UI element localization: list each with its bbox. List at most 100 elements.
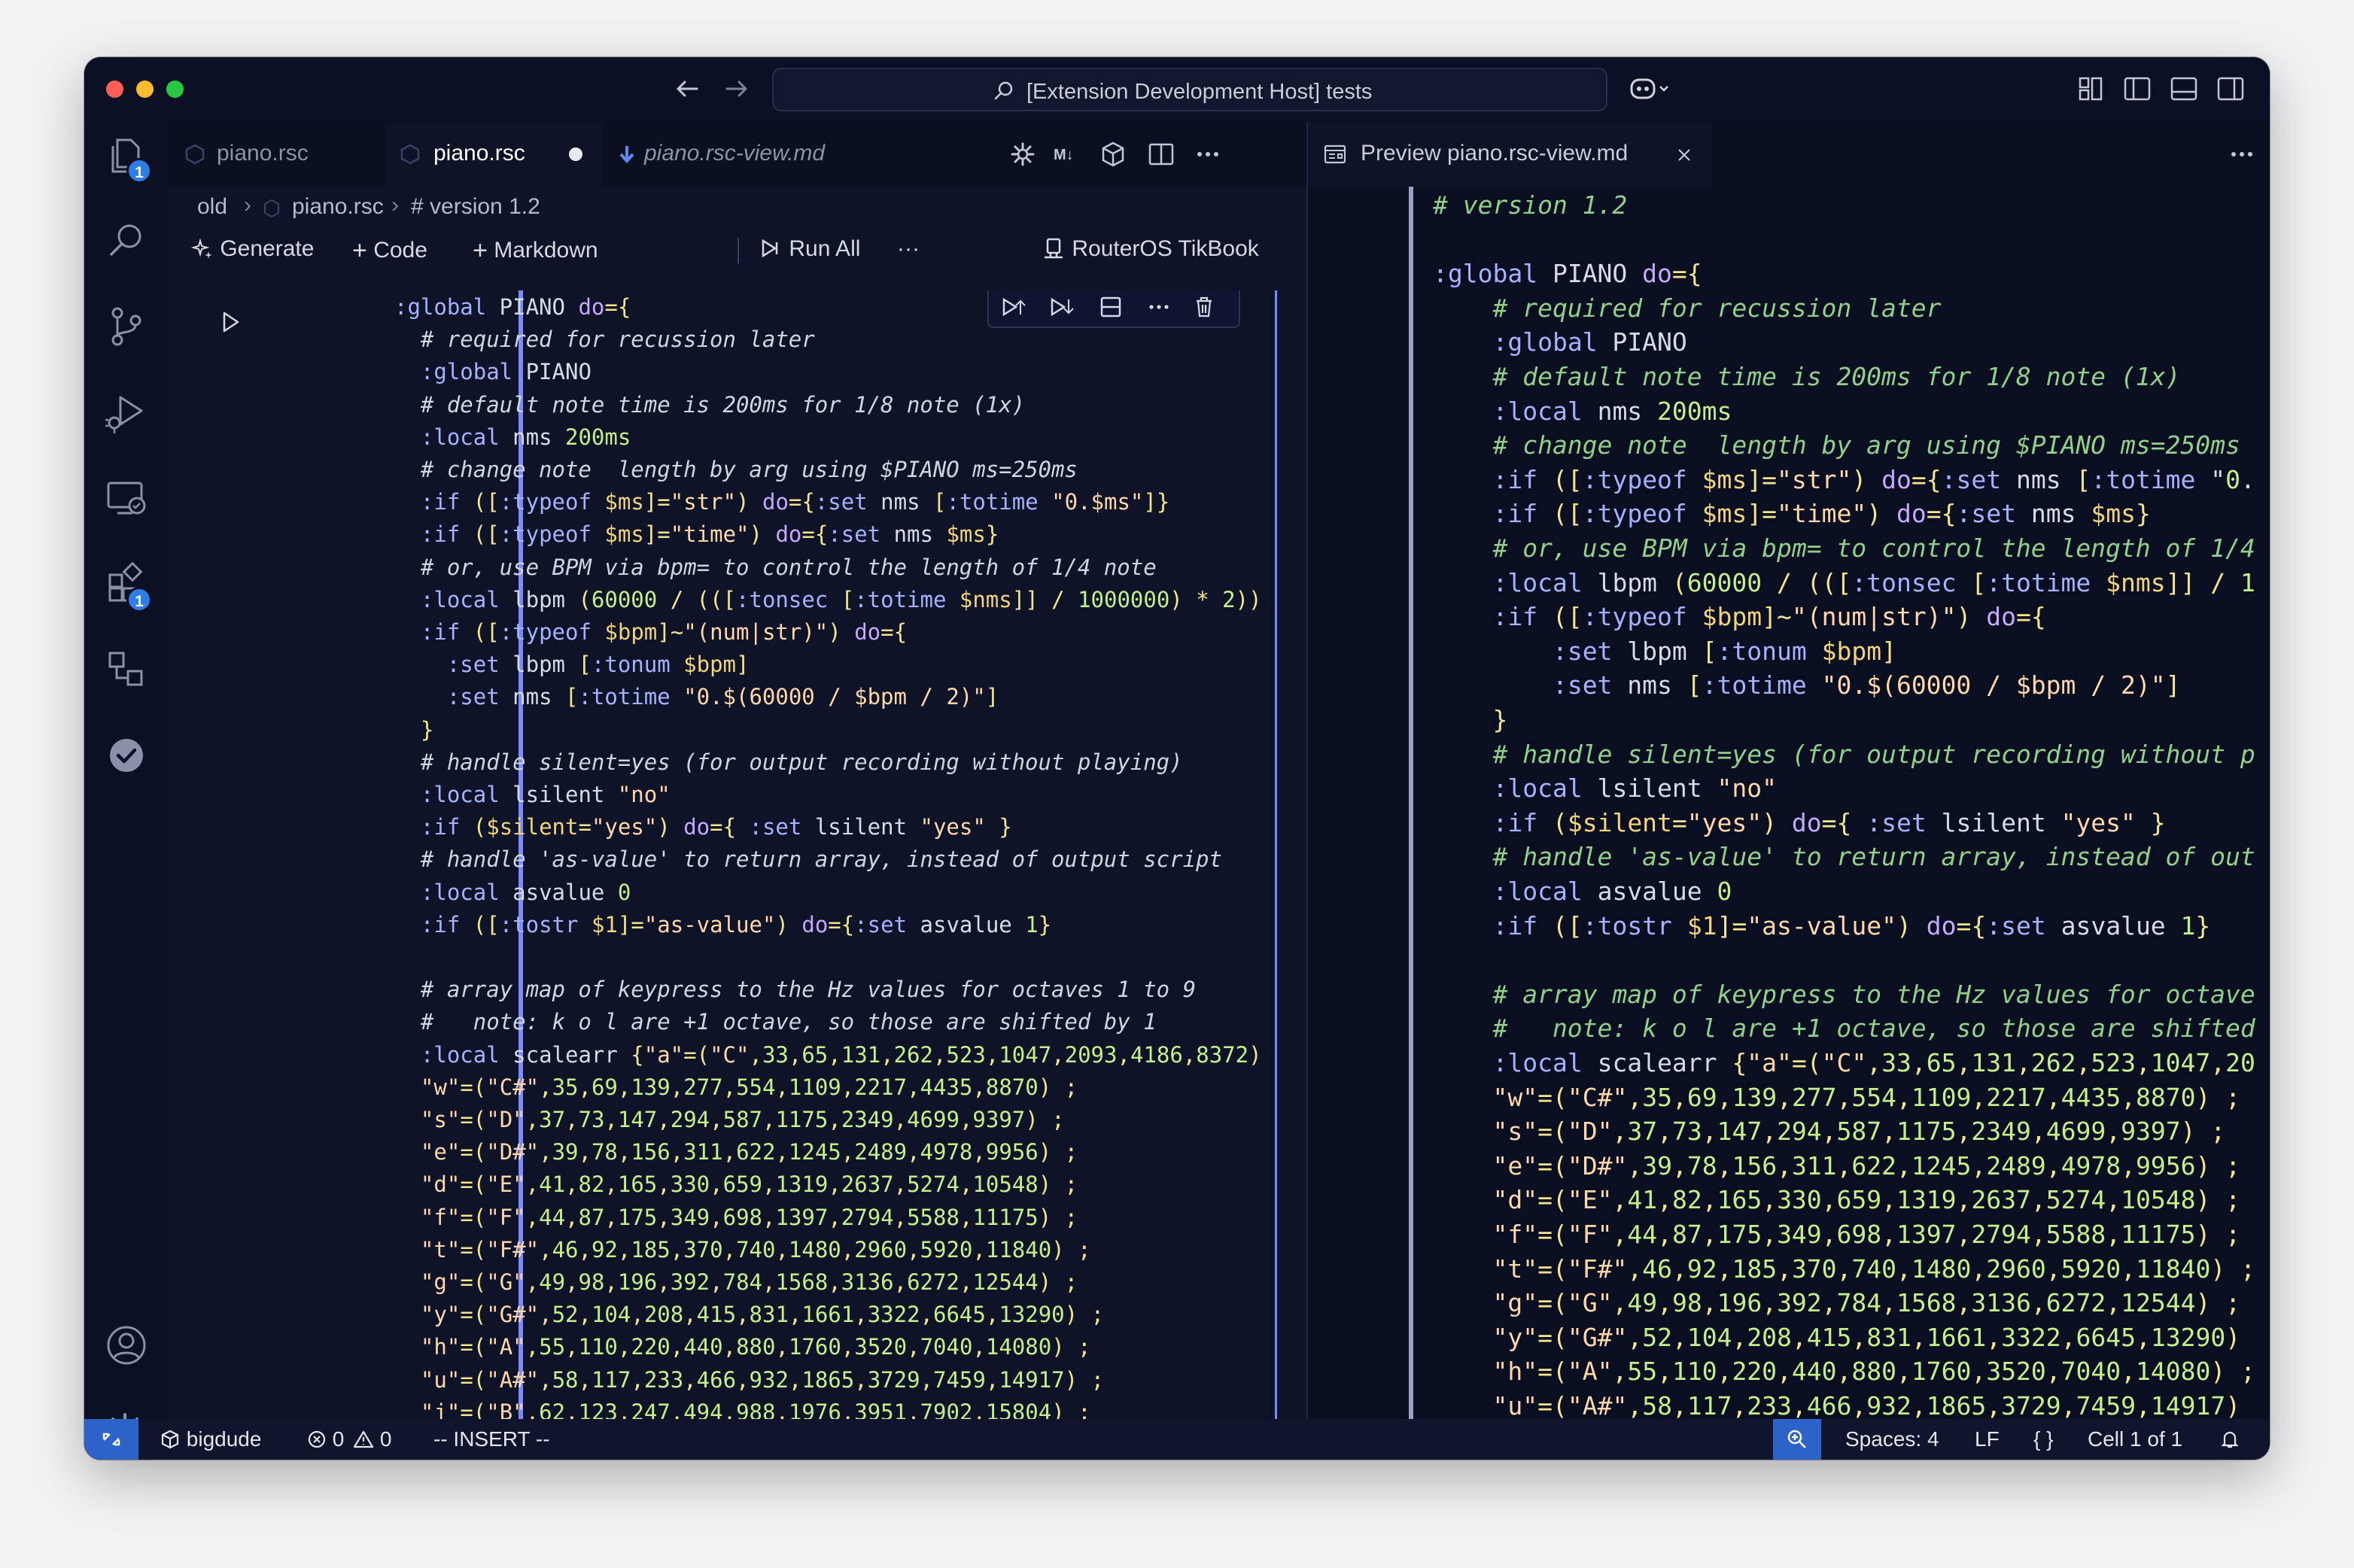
code-line[interactable]: :global PIANO do={ (394, 290, 631, 324)
code-line[interactable]: "g"=("G",49,98,196,392,784,1568,3136,627… (394, 1266, 1078, 1299)
code-line[interactable]: :if ([:typeof $ms]="str") do={:set nms [… (394, 485, 1169, 518)
code-line[interactable]: "j"=("B",62,123,247,494,988,1976,3951,79… (394, 1396, 1091, 1419)
code-line[interactable]: :local lsilent "no" (394, 778, 671, 811)
code-line[interactable]: :global PIANO (394, 355, 592, 388)
code-line[interactable]: # handle 'as-value' to return array, ins… (394, 843, 1222, 876)
generate-button[interactable]: Generate (190, 236, 314, 262)
run-cell-icon[interactable] (215, 307, 245, 337)
code-line[interactable]: # or, use BPM via bpm= to control the le… (394, 551, 1157, 584)
zoom-indicator[interactable] (1773, 1419, 1821, 1460)
language-mode-item[interactable]: { } (2033, 1427, 2053, 1451)
problems-item[interactable]: 0 0 (307, 1427, 392, 1451)
code-line[interactable]: "s"=("D",37,73,147,294,587,1175,2349,469… (394, 1103, 1065, 1136)
testing-icon[interactable] (101, 644, 152, 695)
indentation-item[interactable]: Spaces: 4 (1845, 1427, 1939, 1451)
code-line[interactable]: # handle silent=yes (for output recordin… (394, 746, 1183, 779)
tab-preview[interactable]: Preview piano.rsc-view.md (1308, 122, 1711, 187)
notifications-bell-icon[interactable] (2219, 1428, 2241, 1451)
remote-indicator[interactable] (84, 1419, 138, 1460)
code-cell[interactable]: :global PIANO do={ # required for recuss… (169, 290, 1306, 1419)
split-editor-icon[interactable] (1147, 140, 1175, 169)
code-line[interactable]: :local scalearr {"a"=("C",33,65,131,262,… (394, 1038, 1262, 1071)
code-lines[interactable]: :global PIANO do={ # required for recuss… (394, 290, 1275, 1419)
preview-line: # version 1.2 (1433, 190, 1628, 220)
code-line[interactable]: :if ([:typeof $ms]="time") do={:set nms … (394, 518, 999, 551)
add-markdown-cell-button[interactable]: + Markdown (473, 236, 598, 266)
remote-explorer-icon[interactable] (101, 473, 152, 524)
execute-above-icon[interactable] (999, 293, 1026, 321)
breadcrumb-symbol[interactable]: # version 1.2 (411, 194, 540, 220)
code-line[interactable]: # array map of keypress to the Hz values… (394, 973, 1196, 1006)
code-line[interactable]: :local nms 200ms (394, 421, 631, 454)
code-line[interactable]: :set lbpm [:tonum $bpm] (394, 648, 750, 681)
add-code-cell-button[interactable]: + Code (352, 236, 427, 266)
code-line[interactable]: :set nms [:totime "0.$(60000 / $bpm / 2)… (394, 680, 999, 713)
code-line[interactable]: } (394, 713, 433, 746)
tab-piano-rsc-active[interactable]: piano.rsc (385, 122, 602, 187)
execute-below-icon[interactable] (1048, 293, 1075, 321)
run-and-debug-icon[interactable] (101, 387, 152, 438)
unsaved-dot-icon[interactable] (569, 147, 582, 161)
customize-layout-icon[interactable] (2074, 72, 2107, 105)
code-line[interactable]: # required for recussion later (394, 323, 815, 356)
toggle-secondary-sidebar-icon[interactable] (2214, 72, 2247, 105)
eol-item[interactable]: LF (1975, 1427, 2000, 1451)
code-line[interactable]: :local lbpm (60000 / (([:tonsec [:totime… (394, 583, 1262, 616)
close-tab-icon[interactable] (1675, 146, 1693, 164)
preview-content[interactable]: # version 1.2:global PIANO do={ # requir… (1308, 187, 2270, 1419)
code-line[interactable]: :local asvalue 0 (394, 876, 631, 909)
minimize-window-button[interactable] (136, 81, 154, 98)
tasks-check-icon[interactable] (101, 730, 152, 781)
breadcrumb-folder[interactable]: old (197, 194, 227, 220)
source-control-icon[interactable] (101, 301, 152, 352)
forward-arrow-icon[interactable] (718, 71, 754, 107)
preview-line: "f"=("F",44,87,175,349,698,1397,2794,558… (1492, 1220, 2241, 1249)
tab-piano-rsc-view-md[interactable]: piano.rsc-view.md (602, 122, 873, 187)
close-window-button[interactable] (106, 81, 123, 98)
code-line[interactable]: "h"=("A",55,110,220,440,880,1760,3520,70… (394, 1330, 1091, 1363)
accounts-icon[interactable] (101, 1320, 152, 1371)
cell-more-icon[interactable] (1145, 293, 1172, 321)
code-line[interactable]: # default note time is 200ms for 1/8 not… (394, 388, 1025, 421)
run-all-button[interactable]: Run All (759, 236, 860, 262)
more-actions-icon[interactable] (1194, 140, 1222, 169)
back-arrow-icon[interactable] (670, 71, 706, 107)
preview-line: :set nms [:totime "0.$(60000 / $bpm / 2)… (1552, 670, 2181, 700)
profile-item[interactable]: bigdude (160, 1427, 261, 1451)
code-line[interactable]: "y"=("G#",52,104,208,415,831,1661,3322,6… (394, 1298, 1104, 1331)
code-line[interactable]: :if ($silent="yes") do={ :set lsilent "y… (394, 810, 1012, 843)
code-line[interactable]: "f"=("F",44,87,175,349,698,1397,2794,558… (394, 1201, 1078, 1234)
preview-line: :set lbpm [:tonum $bpm] (1552, 636, 1896, 666)
copilot-icon[interactable] (1627, 72, 1672, 105)
preview-line: "h"=("A",55,110,220,440,880,1760,3520,70… (1492, 1357, 2255, 1387)
code-line[interactable]: :if ([:tostr $1]="as-value") do={:set as… (394, 908, 1051, 941)
tab-piano-rsc[interactable]: piano.rsc (169, 122, 385, 187)
code-line[interactable]: "e"=("D#",39,78,156,311,622,1245,2489,49… (394, 1135, 1078, 1168)
code-line[interactable]: :if ([:typeof $bpm]~"(num|str)") do={ (394, 615, 907, 649)
code-line[interactable]: "t"=("F#",46,92,185,370,740,1480,2960,59… (394, 1233, 1091, 1266)
settings-gear-icon[interactable] (1008, 140, 1037, 169)
code-line[interactable]: # change note length by arg using $PIANO… (394, 453, 1078, 486)
cell-indicator[interactable]: Cell 1 of 1 (2088, 1427, 2182, 1451)
code-line[interactable]: # note: k o l are +1 octave, so those ar… (394, 1005, 1157, 1038)
zoom-window-button[interactable] (166, 81, 184, 98)
more-actions-icon[interactable] (2228, 140, 2256, 169)
markdown-preview-icon[interactable]: M↓ (1052, 141, 1082, 167)
code-line[interactable]: "d"=("E",41,82,165,330,659,1319,2637,527… (394, 1168, 1078, 1201)
breadcrumb-file[interactable]: piano.rsc (292, 194, 384, 220)
kernel-picker[interactable]: RouterOS TikBook (1042, 236, 1259, 262)
kernel-icon (1045, 238, 1063, 259)
code-line[interactable]: "w"=("C#",35,69,139,277,554,1109,2217,44… (394, 1071, 1078, 1104)
toggle-primary-sidebar-icon[interactable] (2121, 72, 2154, 105)
command-center-search[interactable]: [Extension Development Host] tests (772, 68, 1607, 111)
code-line[interactable]: "u"=("A#",58,117,233,466,932,1865,3729,7… (394, 1363, 1104, 1396)
split-cell-icon[interactable] (1097, 293, 1124, 321)
toolbar-more-button[interactable]: ··· (897, 236, 920, 262)
cube-icon[interactable] (1099, 140, 1127, 169)
preview-line: } (1492, 705, 1508, 734)
delete-cell-trash-icon[interactable] (1191, 293, 1218, 321)
editor-tabs: piano.rsc piano.rsc piano.rsc-view.md M↓ (169, 122, 1306, 187)
preview-line: # change note length by arg using $PIANO… (1433, 430, 2240, 460)
toggle-panel-icon[interactable] (2167, 72, 2200, 105)
search-icon[interactable] (101, 215, 152, 266)
